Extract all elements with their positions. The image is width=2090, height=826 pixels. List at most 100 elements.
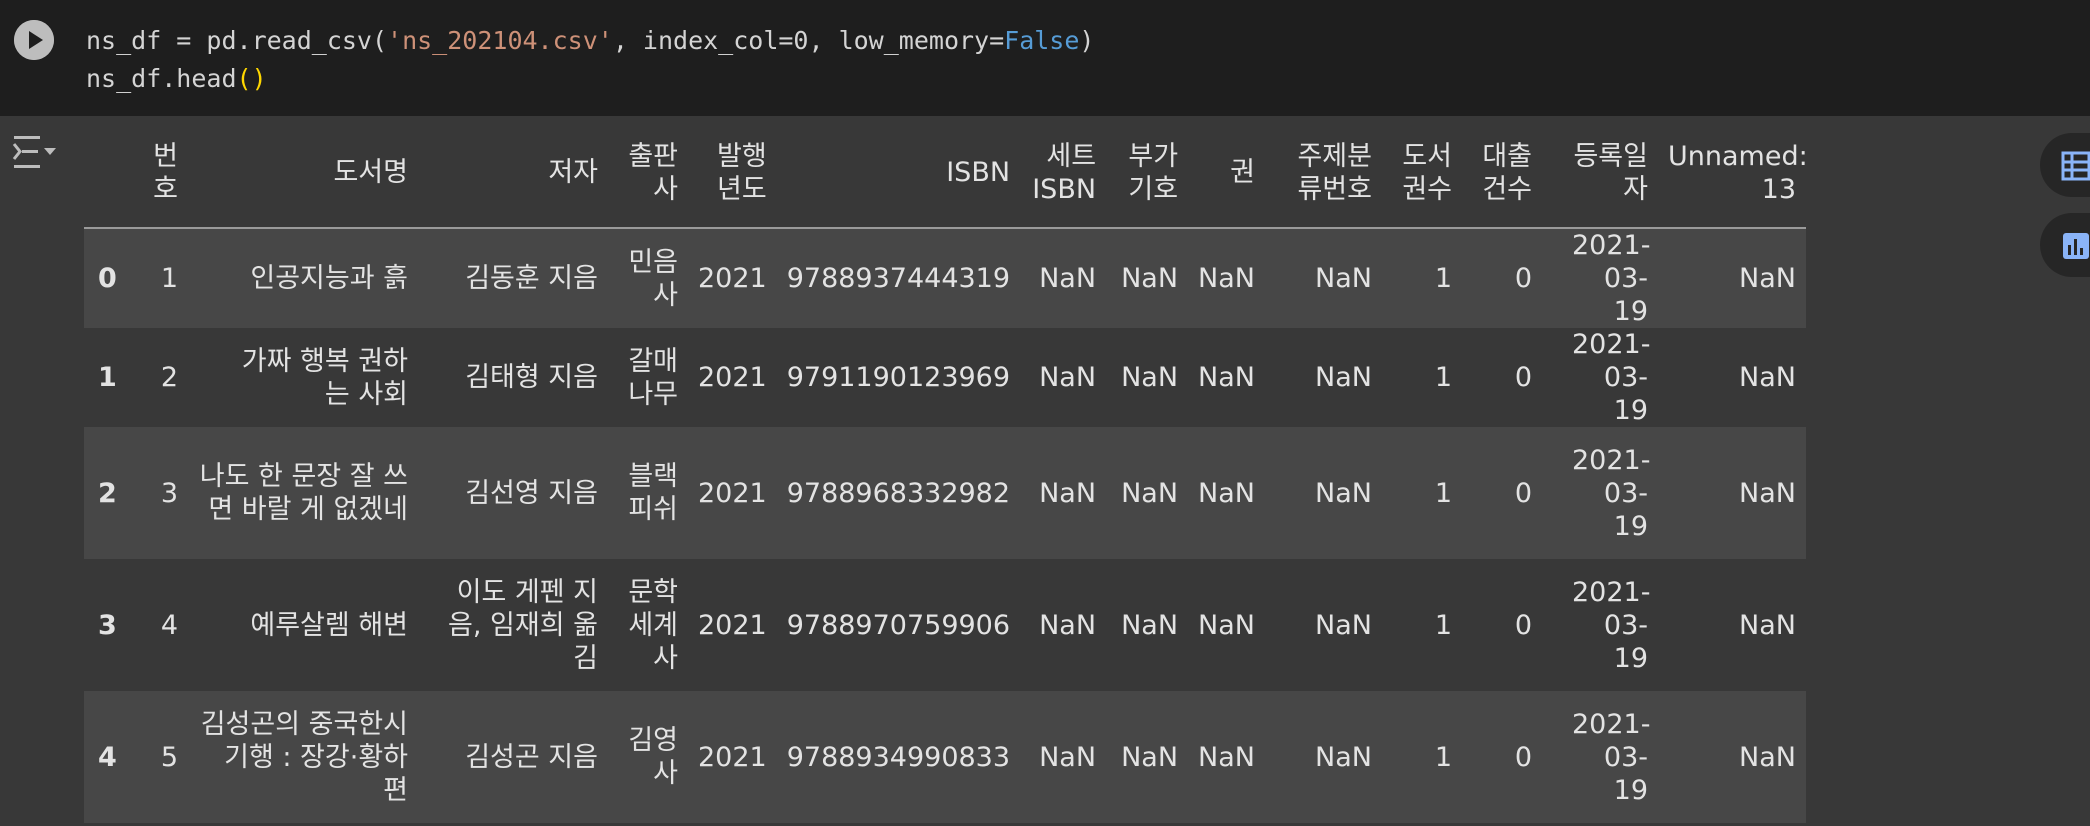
index-header bbox=[84, 118, 128, 229]
column-header: 출판사 bbox=[628, 140, 678, 205]
table-cell: 2021-03-19 bbox=[1572, 230, 1651, 327]
table-cell: 2021-03-19 bbox=[1572, 576, 1651, 674]
table-cell: NaN bbox=[1198, 477, 1255, 509]
table-cell: NaN bbox=[1121, 609, 1179, 641]
table-cell: NaN bbox=[1198, 362, 1255, 393]
table-cell: 2021 bbox=[698, 362, 767, 393]
row-index: 0 bbox=[98, 263, 117, 294]
code-editor[interactable]: ns_df = pd.read_csv('ns_202104.csv', ind… bbox=[86, 22, 1094, 98]
code-paren-token: () bbox=[236, 64, 267, 93]
code-token: ns_df = pd.read_csv( bbox=[86, 26, 388, 55]
column-header: 도서명 bbox=[188, 118, 418, 229]
table-cell: 2021 bbox=[698, 477, 767, 509]
table-cell: NaN bbox=[1315, 741, 1372, 773]
cell-output: 번호 도서명 저자 출판사 발행년도 ISBN 세트 ISBN 부가기호 권 주… bbox=[0, 116, 2090, 826]
table-cell: 0 bbox=[1514, 741, 1532, 773]
table-cell: 예루살렘 해변 bbox=[250, 609, 408, 641]
table-cell: NaN bbox=[1198, 609, 1255, 641]
table-header-row: 번호 도서명 저자 출판사 발행년도 ISBN 세트 ISBN 부가기호 권 주… bbox=[84, 118, 1808, 229]
table-cell: 김동훈 지음 bbox=[465, 263, 598, 294]
column-header: 등록일자 bbox=[1573, 140, 1648, 205]
column-header: 저자 bbox=[418, 118, 608, 229]
table-cell: NaN bbox=[1121, 741, 1179, 773]
table-cell: 2021 bbox=[698, 263, 767, 294]
table-cell: 김영사 bbox=[628, 725, 678, 789]
table-cell: 김성곤 지음 bbox=[465, 741, 598, 773]
table-cell: 9788968332982 bbox=[786, 477, 1011, 509]
table-cell: 1 bbox=[1434, 609, 1452, 641]
table-cell: NaN bbox=[1315, 263, 1372, 294]
table-cell: 김성곤의 중국한시기행 : 장강·황하 편 bbox=[200, 708, 408, 806]
table-cell: NaN bbox=[1039, 263, 1097, 294]
table-cell: 2021 bbox=[698, 741, 767, 773]
code-token: ns_df.head bbox=[86, 64, 237, 93]
table-cell: 김태형 지음 bbox=[465, 362, 598, 393]
table-cell: 3 bbox=[160, 477, 178, 509]
table-cell: 5 bbox=[160, 741, 178, 773]
column-header: 세트 ISBN bbox=[1032, 140, 1097, 205]
code-token: ) bbox=[1079, 26, 1095, 55]
column-header: 발행년도 bbox=[717, 140, 767, 205]
table-cell: NaN bbox=[1739, 362, 1796, 393]
table-row: 2 3 나도 한 문장 잘 쓰면 바랄 게 없겠네 김선영 지음 블랙피쉬 20… bbox=[84, 427, 1806, 559]
table-cell: NaN bbox=[1739, 609, 1796, 641]
column-header: 주제분류번호 bbox=[1297, 140, 1372, 205]
suggest-charts-button[interactable] bbox=[2040, 213, 2090, 277]
table-cell: NaN bbox=[1739, 741, 1796, 773]
table-cell: 0 bbox=[1514, 362, 1532, 393]
table-cell: NaN bbox=[1121, 263, 1179, 294]
code-string-token: 'ns_202104.csv' bbox=[387, 26, 613, 55]
output-toggle-button[interactable] bbox=[12, 132, 58, 172]
table-cell: 0 bbox=[1514, 609, 1532, 641]
code-cell[interactable]: ns_df = pd.read_csv('ns_202104.csv', ind… bbox=[0, 0, 2090, 116]
table-cell: 문학세계사 bbox=[628, 576, 678, 674]
convert-to-table-button[interactable] bbox=[2040, 133, 2090, 197]
table-cell: 1 bbox=[1434, 263, 1452, 294]
output-toggle-icon bbox=[12, 136, 58, 176]
row-index: 3 bbox=[98, 609, 117, 641]
code-line-1: ns_df = pd.read_csv('ns_202104.csv', ind… bbox=[86, 26, 1094, 55]
output-side-actions bbox=[2040, 133, 2090, 293]
table-cell: 2021 bbox=[698, 609, 767, 641]
table-cell: 2021-03-19 bbox=[1572, 444, 1651, 542]
table-cell: 0 bbox=[1514, 477, 1532, 509]
table-cell: NaN bbox=[1198, 263, 1255, 294]
column-header: 대출건수 bbox=[1482, 140, 1532, 205]
table-cell: 2021-03-19 bbox=[1572, 329, 1651, 426]
table-cell: NaN bbox=[1039, 609, 1097, 641]
table-cell: 9791190123969 bbox=[786, 362, 1011, 393]
table-cell: 2 bbox=[160, 362, 178, 393]
run-cell-button[interactable] bbox=[14, 20, 54, 60]
table-row: 0 1 인공지능과 흙 김동훈 지음 민음사 2021 978893744431… bbox=[84, 228, 1806, 328]
table-cell: NaN bbox=[1039, 362, 1097, 393]
table-cell: NaN bbox=[1315, 362, 1372, 393]
table-row: 3 4 예루살렘 해변 이도 게펜 지음, 임재희 옮김 문학세계사 2021 … bbox=[84, 559, 1806, 691]
table-cell: 1 bbox=[160, 263, 178, 294]
table-cell: NaN bbox=[1739, 263, 1796, 294]
table-cell: 1 bbox=[1434, 477, 1452, 509]
table-cell: 9788934990833 bbox=[786, 741, 1011, 773]
table-cell: NaN bbox=[1039, 477, 1097, 509]
table-cell: 이도 게펜 지음, 임재희 옮김 bbox=[448, 576, 598, 674]
table-cell: NaN bbox=[1121, 362, 1179, 393]
table-cell: NaN bbox=[1121, 477, 1179, 509]
play-icon bbox=[14, 20, 54, 60]
table-row: 1 2 가짜 행복 권하는 사회 김태형 지음 갈매나무 2021 979119… bbox=[84, 328, 1806, 427]
table-cell: 4 bbox=[160, 609, 178, 641]
column-header: ISBN bbox=[776, 118, 1021, 229]
row-index: 1 bbox=[98, 362, 117, 393]
column-header: 권 bbox=[1188, 118, 1265, 229]
table-cell: NaN bbox=[1315, 609, 1372, 641]
table-cell: 가짜 행복 권하는 사회 bbox=[241, 345, 408, 410]
table-cell: NaN bbox=[1739, 477, 1796, 509]
row-index: 4 bbox=[98, 741, 117, 773]
table-cell: NaN bbox=[1039, 741, 1097, 773]
column-header: 번호 bbox=[153, 140, 178, 205]
table-cell: 블랙피쉬 bbox=[628, 461, 678, 525]
table-cell: 9788937444319 bbox=[786, 263, 1011, 294]
code-line-2: ns_df.head() bbox=[86, 64, 267, 93]
table-cell: 2021-03-19 bbox=[1572, 708, 1651, 806]
table-cell: 1 bbox=[1434, 362, 1452, 393]
table-row: 4 5 김성곤의 중국한시기행 : 장강·황하 편 김성곤 지음 김영사 202… bbox=[84, 691, 1806, 823]
column-header: 부가기호 bbox=[1128, 140, 1179, 205]
